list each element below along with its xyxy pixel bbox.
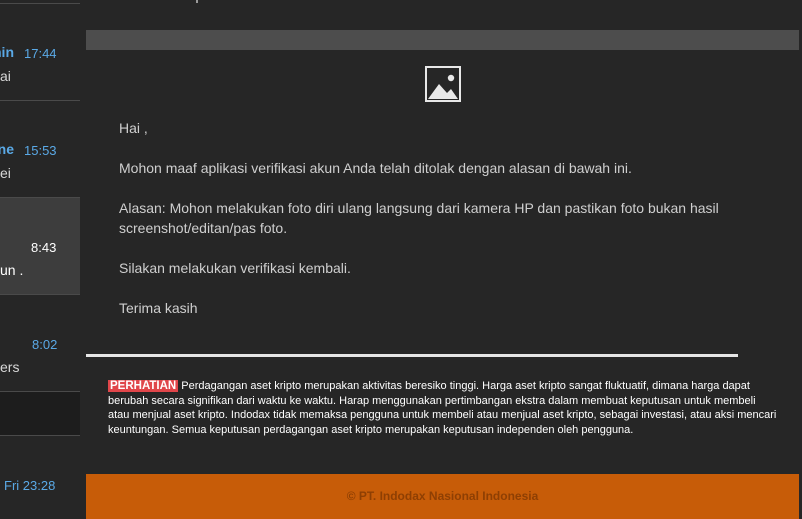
list-item[interactable]: 8:02 ers (0, 295, 80, 392)
message-list: Indodax Admin 17:44 ai Indodax Online 15… (0, 0, 80, 519)
email-reading-pane: Hai , Mohon maaf aplikasi verifikasi aku… (86, 0, 799, 519)
message-time: 8:43 (31, 240, 57, 255)
disclaimer-text: Perdagangan aset kripto merupakan aktivi… (108, 380, 777, 436)
divider (86, 354, 738, 357)
email-reason: Alasan: Mohon melakukan foto diri ulang … (119, 200, 719, 236)
message-time: 8:02 (32, 337, 58, 352)
message-time: Fri 23:28 (4, 478, 56, 493)
email-paragraph: Mohon maaf aplikasi verifikasi akun Anda… (119, 160, 632, 176)
email-footer: © PT. Indodax Nasional Indonesia (86, 474, 799, 519)
footer-copyright: © PT. Indodax Nasional Indonesia (346, 489, 539, 503)
list-item[interactable]: Fri 23:28 (0, 436, 80, 519)
email-greeting: Hai , (119, 120, 148, 136)
warning-badge: PERHATIAN (108, 380, 179, 392)
message-preview: ers (0, 359, 20, 375)
image-placeholder-icon (425, 66, 461, 102)
message-preview: ei (0, 165, 11, 181)
message-preview: ai (0, 68, 11, 84)
message-time: 15:53 (24, 143, 57, 158)
email-header-bar (86, 30, 799, 50)
risk-disclaimer: PERHATIAN Perdagangan aset kripto merupa… (108, 379, 778, 437)
email-paragraph: Silakan melakukan verifikasi kembali. (119, 260, 351, 276)
header-fragment (196, 0, 198, 3)
email-closing: Terima kasih (119, 300, 198, 316)
list-item[interactable] (0, 392, 80, 436)
list-item[interactable]: Indodax Online 15:53 ei (0, 101, 80, 198)
message-time: 17:44 (24, 46, 57, 61)
message-preview: un . (0, 262, 24, 278)
list-item[interactable]: Indodax Admin 17:44 ai (0, 4, 80, 101)
email-body: Hai , Mohon maaf aplikasi verifikasi aku… (119, 118, 769, 338)
message-sender: Indodax Admin (0, 44, 14, 60)
message-sender: Indodax Online (0, 141, 14, 157)
list-item[interactable]: 8:43 un . (0, 198, 80, 295)
